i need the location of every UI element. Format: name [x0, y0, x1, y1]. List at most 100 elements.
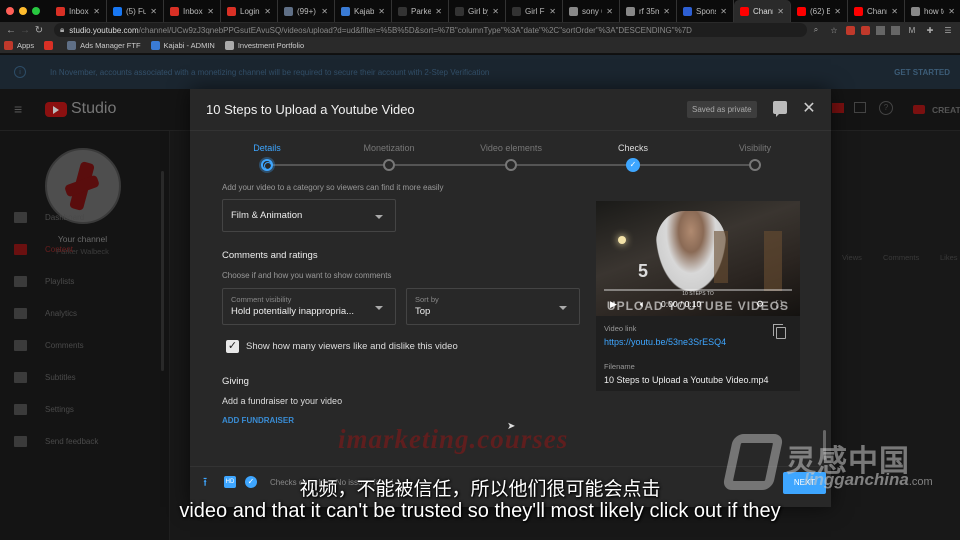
- browser-tab[interactable]: Inbox (✕: [164, 0, 221, 22]
- show-ratings-label[interactable]: Show how many viewers like and dislike t…: [246, 341, 458, 352]
- tab-close-icon[interactable]: ✕: [378, 7, 385, 16]
- google-icon: [569, 6, 578, 16]
- browser-tab[interactable]: Login ✕: [221, 0, 278, 22]
- comment-visibility-select[interactable]: Comment visibility Hold potentially inap…: [222, 288, 396, 325]
- step-check-icon[interactable]: ✓: [626, 158, 640, 172]
- volume-icon[interactable]: 🔈︎: [640, 299, 645, 310]
- feedback-icon[interactable]: [773, 101, 787, 117]
- tab-close-icon[interactable]: ✕: [93, 7, 100, 16]
- hamburger-menu-icon[interactable]: ≡: [14, 101, 22, 117]
- tab-close-icon[interactable]: ✕: [777, 7, 784, 16]
- bookmark-item[interactable]: Apps: [4, 41, 34, 50]
- column-header-comments[interactable]: Comments: [883, 253, 919, 262]
- reload-icon[interactable]: ↻: [32, 25, 46, 36]
- tab-close-icon[interactable]: ✕: [948, 7, 955, 16]
- reading-list-icon[interactable]: ☰: [942, 25, 954, 35]
- browser-tab[interactable]: how to ✕: [905, 0, 960, 22]
- help-icon[interactable]: ?: [879, 101, 893, 115]
- browser-tab[interactable]: Inbox (✕: [50, 0, 107, 22]
- get-started-link[interactable]: GET STARTED: [894, 68, 950, 77]
- browser-tab[interactable]: Parker ✕: [392, 0, 449, 22]
- tab-close-icon[interactable]: ✕: [492, 7, 499, 16]
- browser-tab[interactable]: (5) Ful ✕: [107, 0, 164, 22]
- create-button[interactable]: CREAT: [910, 102, 960, 118]
- browser-tab[interactable]: Girl by ✕: [449, 0, 506, 22]
- bookmark-star-icon[interactable]: ☆: [828, 25, 840, 35]
- play-icon[interactable]: ▶: [610, 299, 617, 310]
- saved-status-badge: Saved as private: [687, 101, 757, 118]
- tab-close-icon[interactable]: ✕: [264, 7, 271, 16]
- fullscreen-icon[interactable]: ⛶: [776, 299, 782, 310]
- sidebar-item-subtitles[interactable]: Subtitles: [14, 372, 76, 383]
- extension-icon[interactable]: [861, 25, 870, 35]
- extension-icon[interactable]: [846, 25, 855, 35]
- close-icon[interactable]: ✕: [800, 98, 818, 118]
- browser-tab[interactable]: Girl Fr ✕: [506, 0, 563, 22]
- tab-close-icon[interactable]: ✕: [606, 7, 613, 16]
- browser-tab[interactable]: (99+) ✕: [278, 0, 335, 22]
- video-link[interactable]: https://youtu.be/53ne3SrESQ4: [604, 337, 726, 347]
- extension-m-icon[interactable]: M: [906, 25, 918, 35]
- browser-tab[interactable]: (62) Be ✕: [791, 0, 848, 22]
- tab-close-icon[interactable]: ✕: [720, 7, 727, 16]
- tab-close-icon[interactable]: ✕: [321, 7, 328, 16]
- tab-close-icon[interactable]: ✕: [891, 7, 898, 16]
- sidebar-item-dashboard[interactable]: Dashboard: [14, 212, 84, 223]
- minimize-window-button[interactable]: [19, 7, 27, 15]
- category-select[interactable]: Film & Animation: [222, 199, 396, 232]
- video-player[interactable]: 5 10 STEPS TO UPLOAD YOUTUBE VIDEOS ▶ 🔈︎…: [596, 201, 800, 316]
- step-dot-icon[interactable]: [749, 159, 761, 171]
- back-icon[interactable]: ←: [4, 25, 18, 36]
- browser-tab[interactable]: Kajabi ✕: [335, 0, 392, 22]
- step-dot-icon[interactable]: [505, 159, 517, 171]
- tab-close-icon[interactable]: ✕: [150, 7, 157, 16]
- step-dot-icon[interactable]: [383, 159, 395, 171]
- column-header-views[interactable]: Views: [842, 253, 862, 262]
- notification-icon[interactable]: [832, 103, 844, 113]
- sidebar-item-send-feedback[interactable]: Send feedback: [14, 436, 98, 447]
- tab-close-icon[interactable]: ✕: [663, 7, 670, 16]
- url-input[interactable]: 🔒︎ studio.youtube.com /channel/UCw9zJ3qn…: [54, 23, 807, 37]
- zoom-icon[interactable]: ⌕: [810, 25, 822, 35]
- sidebar-scrollbar[interactable]: [161, 171, 164, 371]
- tab-close-icon[interactable]: ✕: [834, 7, 841, 16]
- sidebar-item-settings[interactable]: Settings: [14, 404, 74, 415]
- tab-close-icon[interactable]: ✕: [435, 7, 442, 16]
- filename-value: 10 Steps to Upload a Youtube Video.mp4: [604, 375, 769, 385]
- add-fundraiser-link[interactable]: ADD FUNDRAISER: [222, 416, 294, 425]
- sidebar-item-content[interactable]: Content: [14, 244, 73, 255]
- sidebar-item-playlists[interactable]: Playlists: [14, 276, 74, 287]
- close-window-button[interactable]: [6, 7, 14, 15]
- bookmark-item[interactable]: Kajabi - ADMIN: [150, 41, 215, 50]
- sort-by-select[interactable]: Sort by Top: [406, 288, 580, 325]
- step-label-monetization[interactable]: Monetization: [363, 143, 414, 153]
- bookmark-item[interactable]: [44, 41, 57, 50]
- messages-icon[interactable]: [854, 102, 866, 113]
- browser-tab[interactable]: sony 6 ✕: [563, 0, 620, 22]
- sidebar-item-analytics[interactable]: Analytics: [14, 308, 77, 319]
- browser-tab[interactable]: rf 35m ✕: [620, 0, 677, 22]
- browser-tab[interactable]: Channe ✕: [734, 0, 791, 22]
- kajabi-icon: [150, 41, 160, 50]
- settings-gear-icon[interactable]: ⚙: [756, 299, 764, 310]
- browser-tab[interactable]: Sponso ✕: [677, 0, 734, 22]
- tab-close-icon[interactable]: ✕: [207, 7, 214, 16]
- step-label-details[interactable]: Details: [253, 143, 281, 153]
- puzzle-icon[interactable]: ✚: [924, 25, 936, 35]
- sidebar-item-comments[interactable]: Comments: [14, 340, 84, 351]
- bookmark-item[interactable]: Investment Portfolio: [224, 41, 304, 50]
- tab-close-icon[interactable]: ✕: [549, 7, 556, 16]
- copy-icon[interactable]: [773, 324, 786, 339]
- column-header-likes[interactable]: Likes: [940, 253, 958, 262]
- step-label-visibility[interactable]: Visibility: [739, 143, 771, 153]
- maximize-window-button[interactable]: [32, 7, 40, 15]
- forward-icon[interactable]: →: [18, 25, 32, 36]
- extension-icon[interactable]: [891, 25, 900, 35]
- step-label-video-elements[interactable]: Video elements: [480, 143, 542, 153]
- extension-icon[interactable]: [876, 25, 885, 35]
- show-ratings-checkbox[interactable]: ✓: [226, 340, 239, 353]
- step-dot-icon[interactable]: [261, 159, 273, 171]
- step-label-checks[interactable]: Checks: [618, 143, 648, 153]
- bookmark-item[interactable]: Ads Manager FTF: [67, 41, 141, 50]
- browser-tab[interactable]: Channe ✕: [848, 0, 905, 22]
